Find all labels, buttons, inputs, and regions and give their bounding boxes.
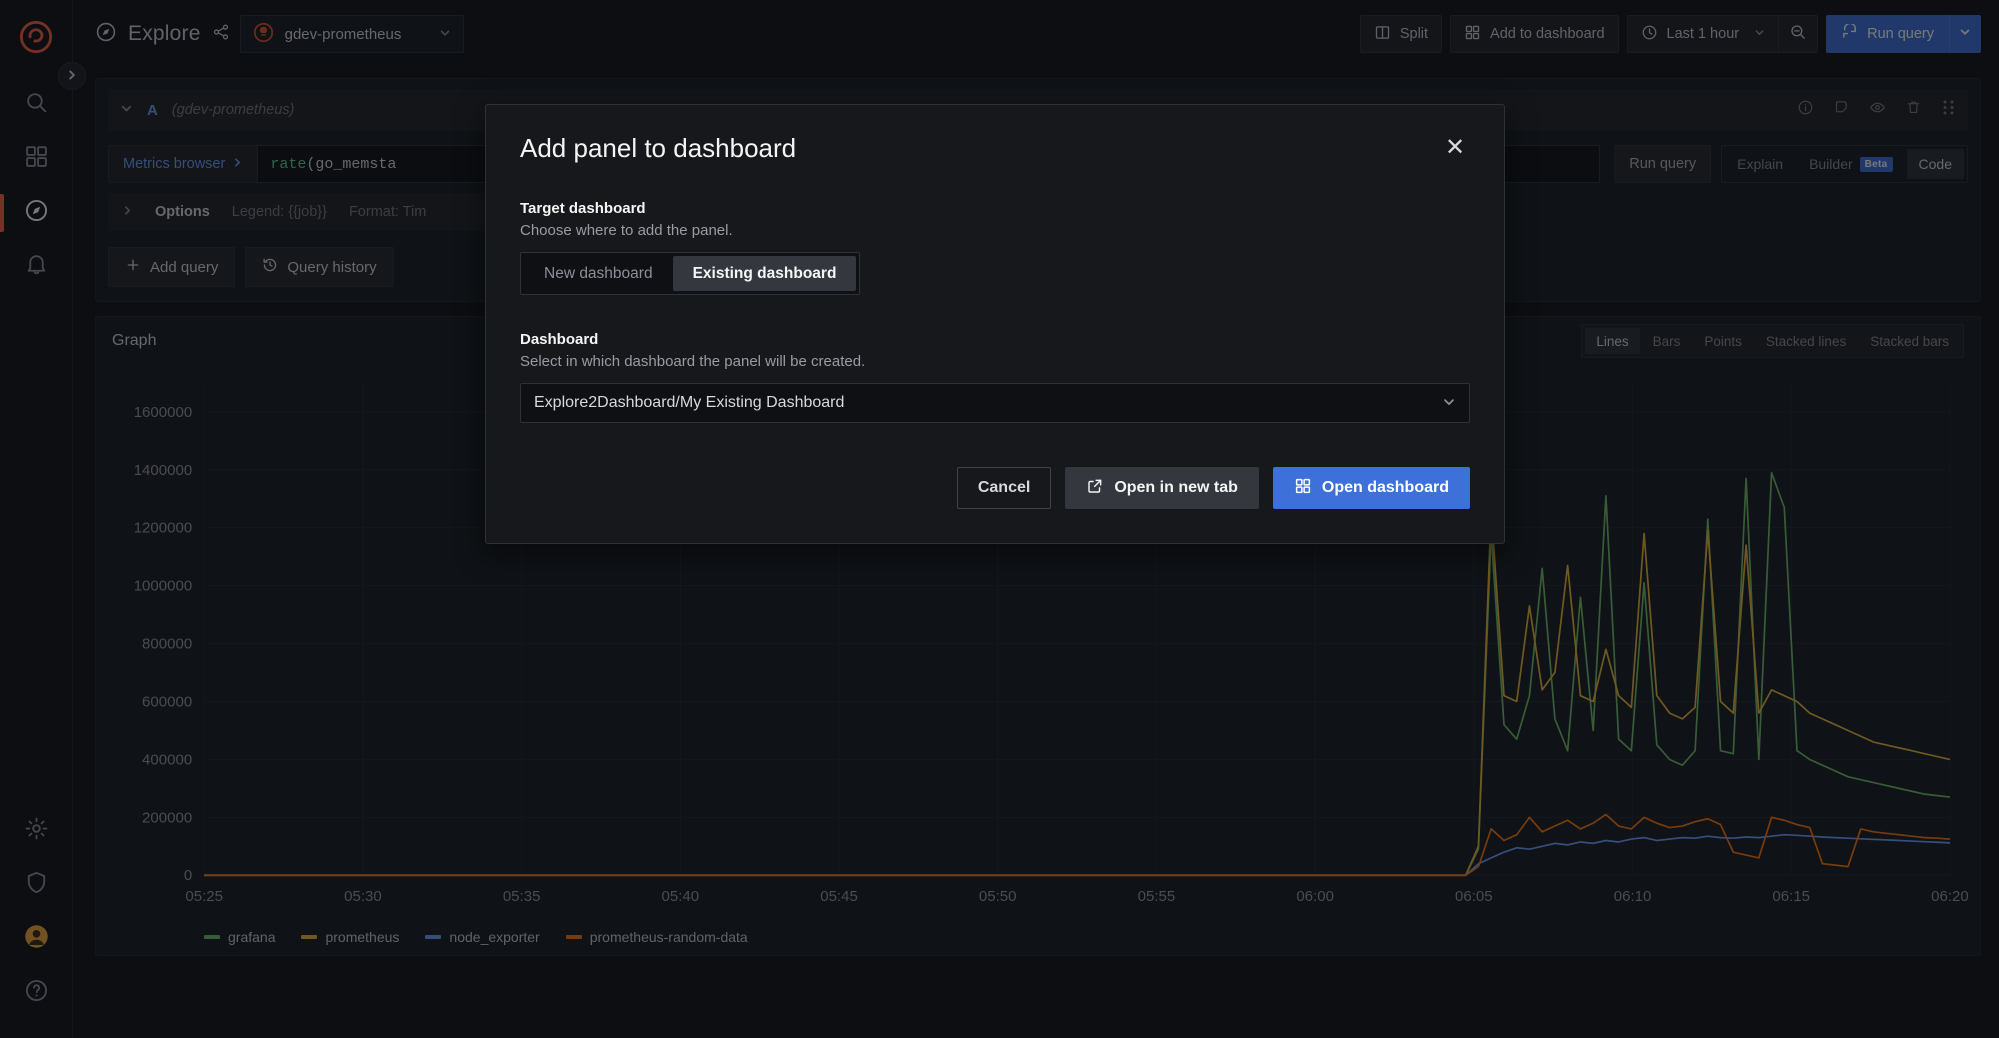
explore-page: Explore gdev-prometheus [0,0,1999,1038]
cancel-button[interactable]: Cancel [957,467,1051,509]
dashboard-field: Dashboard Select in which dashboard the … [520,331,1470,423]
radio-new-dashboard[interactable]: New dashboard [524,256,673,291]
open-dashboard-label: Open dashboard [1322,479,1449,497]
open-in-new-tab-label: Open in new tab [1114,479,1238,497]
target-dashboard-radio-group: New dashboardExisting dashboard [520,252,860,295]
open-dashboard-button[interactable]: Open dashboard [1273,467,1470,509]
close-icon[interactable]: ✕ [1440,133,1470,163]
apps-grid-icon [1294,477,1312,500]
radio-existing-dashboard[interactable]: Existing dashboard [673,256,857,291]
dashboard-label: Dashboard [520,331,1470,348]
dashboard-description: Select in which dashboard the panel will… [520,353,1470,370]
cancel-label: Cancel [978,479,1030,497]
modal-header: Add panel to dashboard ✕ [520,133,1470,164]
target-dashboard-label: Target dashboard [520,200,1470,217]
modal-title: Add panel to dashboard [520,133,796,164]
target-dashboard-field: Target dashboard Choose where to add the… [520,200,1470,295]
external-link-icon [1086,477,1104,500]
modal-actions: Cancel Open in new tab [520,467,1470,509]
chevron-down-icon [1442,395,1456,412]
dashboard-select[interactable]: Explore2Dashboard/My Existing Dashboard [520,383,1470,423]
target-dashboard-description: Choose where to add the panel. [520,222,1470,239]
dashboard-select-value: Explore2Dashboard/My Existing Dashboard [534,394,844,412]
open-in-new-tab-button[interactable]: Open in new tab [1065,467,1259,509]
add-panel-to-dashboard-modal: Add panel to dashboard ✕ Target dashboar… [485,104,1505,544]
